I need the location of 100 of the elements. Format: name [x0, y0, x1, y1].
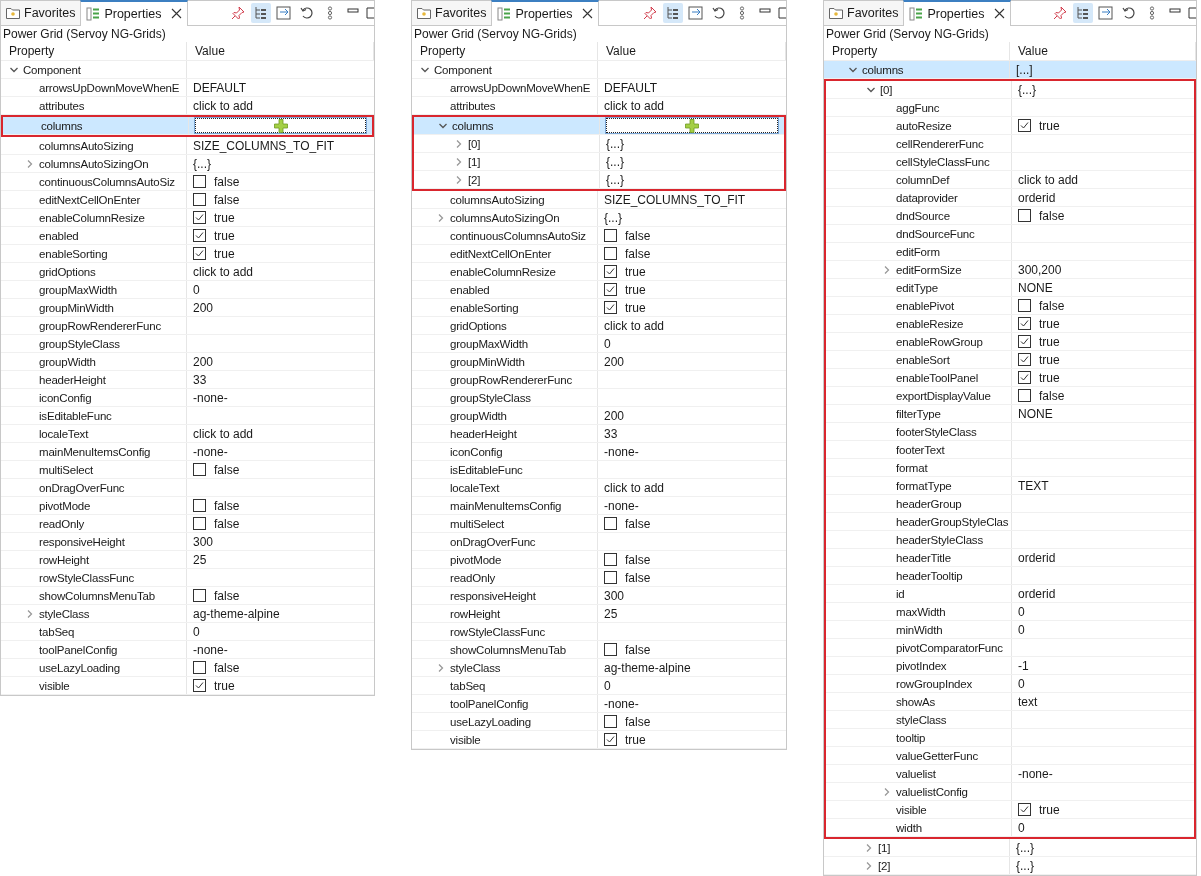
property-row[interactable]: readOnly false [1, 515, 374, 533]
property-row[interactable]: minWidth 0 [826, 621, 1194, 639]
property-row[interactable]: useLazyLoading false [412, 713, 786, 731]
property-row[interactable]: columnDef click to add [826, 171, 1194, 189]
property-row[interactable]: groupWidth 200 [1, 353, 374, 371]
property-row[interactable]: onDragOverFunc [1, 479, 374, 497]
checkbox[interactable] [193, 589, 206, 602]
checkbox[interactable] [193, 661, 206, 674]
property-row[interactable]: enabled true [412, 281, 786, 299]
property-row[interactable]: enablePivot false [826, 297, 1194, 315]
checkbox[interactable] [193, 463, 206, 476]
property-row[interactable]: groupMaxWidth 0 [412, 335, 786, 353]
export-icon[interactable] [274, 3, 294, 23]
property-row[interactable]: filterType NONE [826, 405, 1194, 423]
property-row[interactable]: valuelist -none- [826, 765, 1194, 783]
column-header[interactable]: Value [187, 42, 374, 60]
property-row[interactable]: styleClass [826, 711, 1194, 729]
property-row[interactable]: dndSourceFunc [826, 225, 1194, 243]
checkbox[interactable] [604, 571, 617, 584]
property-row[interactable]: localeText click to add [1, 425, 374, 443]
property-row[interactable]: rowHeight 25 [1, 551, 374, 569]
property-row[interactable]: enableRowGroup true [826, 333, 1194, 351]
checkbox[interactable] [604, 247, 617, 260]
property-row[interactable]: width 0 [826, 819, 1194, 837]
tree-view-icon[interactable] [663, 3, 683, 23]
checkbox[interactable] [604, 643, 617, 656]
property-row[interactable]: Component [412, 61, 786, 79]
property-row[interactable]: showColumnsMenuTab false [412, 641, 786, 659]
property-row[interactable]: headerHeight 33 [412, 425, 786, 443]
checkbox[interactable] [1018, 389, 1031, 402]
property-row[interactable]: visible true [826, 801, 1194, 819]
property-row[interactable]: enableResize true [826, 315, 1194, 333]
property-row[interactable]: tooltip [826, 729, 1194, 747]
add-value-field[interactable] [195, 118, 366, 133]
property-row[interactable]: visible true [412, 731, 786, 749]
property-row[interactable]: columns [3, 117, 372, 135]
property-row[interactable]: headerStyleClass [826, 531, 1194, 549]
property-row[interactable]: continuousColumnsAutoSiz false [412, 227, 786, 245]
checkbox[interactable] [193, 211, 206, 224]
checkbox[interactable] [1018, 803, 1031, 816]
property-row[interactable]: enableSorting true [1, 245, 374, 263]
column-header[interactable]: Property [824, 42, 1010, 60]
checkbox[interactable] [604, 283, 617, 296]
property-row[interactable]: editFormSize 300,200 [826, 261, 1194, 279]
checkbox[interactable] [193, 229, 206, 242]
tree-view-icon[interactable] [1073, 3, 1093, 23]
checkbox[interactable] [193, 247, 206, 260]
property-row[interactable]: [2] {...} [824, 857, 1196, 875]
property-row[interactable]: [0] {...} [826, 81, 1194, 99]
checkbox[interactable] [604, 733, 617, 746]
property-row[interactable]: attributes click to add [1, 97, 374, 115]
export-icon[interactable] [686, 3, 706, 23]
tab[interactable]: Properties [80, 0, 189, 26]
property-row[interactable]: tabSeq 0 [1, 623, 374, 641]
property-row[interactable]: [1] {...} [824, 839, 1196, 857]
checkbox[interactable] [604, 715, 617, 728]
property-row[interactable]: id orderid [826, 585, 1194, 603]
checkbox[interactable] [1018, 317, 1031, 330]
column-header[interactable]: Property [412, 42, 598, 60]
property-row[interactable]: maxWidth 0 [826, 603, 1194, 621]
tab[interactable]: Properties [903, 0, 1012, 26]
tree-view-icon[interactable] [251, 3, 271, 23]
property-row[interactable]: arrowsUpDownMoveWhenE DEFAULT [412, 79, 786, 97]
property-row[interactable]: enableColumnResize true [412, 263, 786, 281]
property-row[interactable]: multiSelect false [412, 515, 786, 533]
property-row[interactable]: pivotMode false [1, 497, 374, 515]
property-row[interactable]: cellStyleClassFunc [826, 153, 1194, 171]
property-row[interactable]: headerHeight 33 [1, 371, 374, 389]
plus-icon[interactable] [273, 118, 288, 133]
property-row[interactable]: [2] {...} [414, 171, 784, 189]
property-row[interactable]: readOnly false [412, 569, 786, 587]
property-row[interactable]: groupWidth 200 [412, 407, 786, 425]
property-row[interactable]: showColumnsMenuTab false [1, 587, 374, 605]
add-value-field[interactable] [606, 118, 778, 133]
column-header[interactable]: Value [1010, 42, 1196, 60]
property-row[interactable]: multiSelect false [1, 461, 374, 479]
property-row[interactable]: footerText [826, 441, 1194, 459]
property-row[interactable]: visible true [1, 677, 374, 695]
property-row[interactable]: aggFunc [826, 99, 1194, 117]
property-row[interactable]: groupMaxWidth 0 [1, 281, 374, 299]
property-row[interactable]: iconConfig -none- [412, 443, 786, 461]
property-row[interactable]: groupStyleClass [412, 389, 786, 407]
property-row[interactable]: responsiveHeight 300 [412, 587, 786, 605]
property-row[interactable]: headerGroupStyleClas [826, 513, 1194, 531]
checkbox[interactable] [604, 553, 617, 566]
property-row[interactable]: pivotComparatorFunc [826, 639, 1194, 657]
property-row[interactable]: columnsAutoSizing SIZE_COLUMNS_TO_FIT [1, 137, 374, 155]
property-row[interactable]: showAs text [826, 693, 1194, 711]
property-row[interactable]: enabled true [1, 227, 374, 245]
export-icon[interactable] [1096, 3, 1116, 23]
checkbox[interactable] [193, 679, 206, 692]
property-row[interactable]: groupRowRendererFunc [412, 371, 786, 389]
checkbox[interactable] [1018, 371, 1031, 384]
plus-icon[interactable] [685, 118, 699, 133]
close-icon[interactable] [171, 8, 183, 19]
property-row[interactable]: onDragOverFunc [412, 533, 786, 551]
checkbox[interactable] [604, 229, 617, 242]
property-row[interactable]: footerStyleClass [826, 423, 1194, 441]
checkbox[interactable] [1018, 119, 1031, 132]
property-row[interactable]: isEditableFunc [1, 407, 374, 425]
